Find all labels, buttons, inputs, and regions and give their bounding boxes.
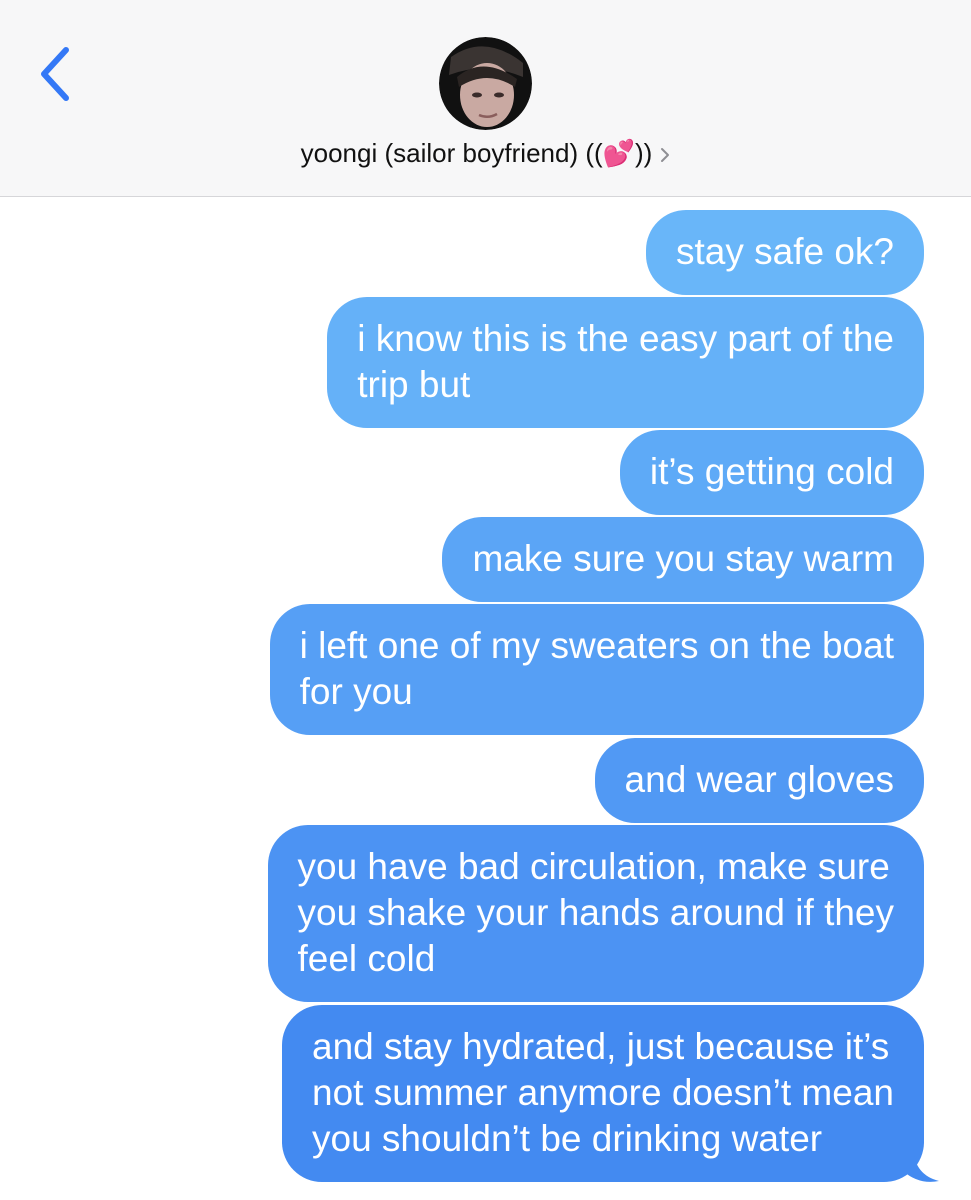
sent-message-bubble[interactable]: and stay hydrated, just because it’s not… [282, 1005, 924, 1182]
sent-message-bubble[interactable]: make sure you stay warm [442, 517, 924, 602]
sent-message-bubble[interactable]: you have bad circulation, make sure you … [267, 825, 924, 1002]
sent-message-bubble[interactable]: i left one of my sweaters on the boat fo… [269, 604, 924, 735]
sent-message-bubble[interactable]: i know this is the easy part of the trip… [327, 297, 924, 428]
conversation-header: yoongi (sailor boyfriend) ((💕)) [0, 0, 971, 197]
contact-name-button[interactable]: yoongi (sailor boyfriend) ((💕)) [0, 138, 971, 169]
chevron-left-icon[interactable] [32, 44, 76, 104]
chevron-right-icon [661, 148, 670, 163]
sent-message-bubble[interactable]: and wear gloves [594, 738, 924, 823]
sent-message-bubble[interactable]: stay safe ok? [645, 210, 924, 295]
bubble-tail [903, 1149, 939, 1182]
contact-avatar[interactable] [439, 37, 532, 130]
message-list[interactable]: stay safe ok? i know this is the easy pa… [0, 197, 971, 1200]
sent-message-bubble[interactable]: it’s getting cold [619, 430, 924, 515]
contact-name: yoongi (sailor boyfriend) ((💕)) [300, 138, 653, 168]
